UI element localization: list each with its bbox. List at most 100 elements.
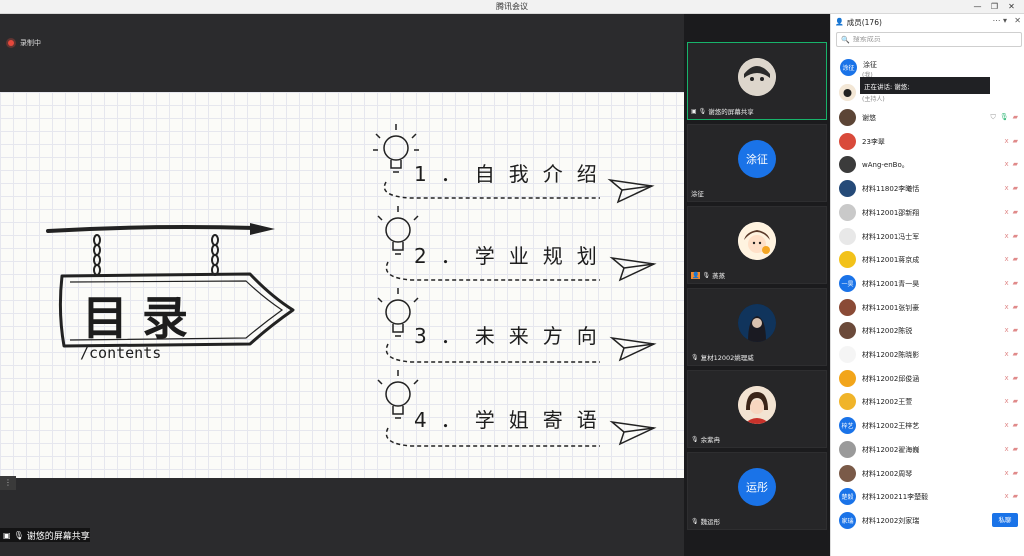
mic-muted-icon[interactable]: ⅹ xyxy=(1004,279,1008,287)
mic-muted-icon[interactable]: ⅹ xyxy=(1004,160,1008,168)
member-row[interactable]: 材料11802李曦恬 ⅹ ▰ xyxy=(830,177,1024,200)
more-icon[interactable]: ⋯ ▾ xyxy=(992,16,1007,25)
recording-indicator[interactable]: 录制中 xyxy=(8,38,41,48)
slide-sign-subtitle: /contents xyxy=(80,344,162,362)
mic-muted-icon[interactable]: ⅹ xyxy=(1004,421,1008,429)
search-input[interactable] xyxy=(852,36,1013,43)
member-row[interactable]: 材料12001张钊豪 ⅹ ▰ xyxy=(830,296,1024,319)
member-row[interactable]: 一昊 材料12001青一昊 ⅹ ▰ xyxy=(830,272,1024,295)
record-dot-icon xyxy=(8,40,14,46)
avatar xyxy=(839,369,856,387)
video-tile[interactable]: 🎙 余紫冉 xyxy=(687,370,827,448)
camera-off-icon[interactable]: ▰ xyxy=(1013,326,1018,334)
member-row[interactable]: 材料12001邵新翔 ⅹ ▰ xyxy=(830,201,1024,224)
member-row[interactable]: 材料12001蒋京成 ⅹ ▰ xyxy=(830,248,1024,271)
avatar: 家瑞 xyxy=(839,511,856,529)
member-row[interactable]: wAng-enBo。 ⅹ ▰ xyxy=(830,153,1024,176)
toc-item-2: 2．学业规划 xyxy=(414,244,611,268)
mic-icon: 🎙 xyxy=(691,435,699,443)
camera-off-icon[interactable]: ▰ xyxy=(1013,421,1018,429)
camera-off-icon[interactable]: ▰ xyxy=(1013,232,1018,240)
close-icon[interactable]: ✕ xyxy=(1003,0,1020,13)
toc-item-3: 3．未来方向 xyxy=(414,324,611,348)
video-tile[interactable]: ▣ 🎙 谢悠的屏幕共享 xyxy=(687,42,827,120)
panel-header: 👤 成员(176) ⋯ ▾ ✕ xyxy=(831,14,1024,30)
mic-muted-icon[interactable]: ⅹ xyxy=(1004,208,1008,216)
avatar xyxy=(839,322,856,340)
video-tile[interactable]: 👤 🎙 蒸蒸 xyxy=(687,206,827,284)
camera-off-icon[interactable]: ▰ xyxy=(1013,469,1018,477)
camera-off-icon[interactable]: ▰ xyxy=(1013,113,1018,122)
minimize-icon[interactable]: — xyxy=(969,0,986,13)
mic-muted-icon[interactable]: ⅹ xyxy=(1004,326,1008,334)
tile-name: 余紫冉 xyxy=(700,436,721,444)
member-row[interactable]: 家瑞 材料12002刘家瑞 私聊 xyxy=(830,509,1024,532)
member-name: 材料12001蒋京成 xyxy=(862,256,920,265)
camera-off-icon[interactable]: ▰ xyxy=(1013,160,1018,168)
member-search[interactable]: 🔍 xyxy=(836,32,1022,47)
video-tile[interactable]: 运彤 🎙 魏运彤 xyxy=(687,452,827,530)
panel-title: 成员(176) xyxy=(846,17,882,27)
mic-muted-icon[interactable]: ⅹ xyxy=(1004,445,1008,453)
avatar xyxy=(738,58,776,96)
mic-muted-icon[interactable]: ⅹ xyxy=(1004,350,1008,358)
member-name: 材料12002陈晓影 xyxy=(862,351,920,359)
member-row[interactable]: 材料12002周琴 ⅹ ▰ xyxy=(830,462,1024,485)
camera-off-icon[interactable]: ▰ xyxy=(1013,137,1018,145)
camera-off-icon[interactable]: ▰ xyxy=(1013,492,1018,500)
mic-muted-icon[interactable]: ⅹ xyxy=(1004,374,1008,382)
member-row[interactable]: 材料12002王萱 ⅹ ▰ xyxy=(830,390,1024,413)
member-name: 材料12002王梓艺 xyxy=(862,422,920,431)
member-row[interactable]: 楚毅 材料1200211李楚毅 ⅹ ▰ xyxy=(830,485,1024,508)
camera-off-icon[interactable]: ▰ xyxy=(1013,397,1018,405)
tile-name: 涂征 xyxy=(691,190,704,198)
mic-muted-icon[interactable]: ⅹ xyxy=(1004,255,1008,263)
member-status-icons: ⅹ ▰ xyxy=(1004,303,1018,311)
avatar xyxy=(839,393,856,411)
member-row-host[interactable]: 涂征 涂征 xyxy=(831,56,1024,79)
mic-muted-icon[interactable]: ⅹ xyxy=(1004,184,1008,192)
camera-off-icon[interactable]: ▰ xyxy=(1013,350,1018,358)
member-name: 材料12002王萱 xyxy=(862,398,913,407)
video-tile[interactable]: 涂征 涂征 xyxy=(687,124,827,202)
close-icon[interactable]: ✕ xyxy=(1014,16,1021,25)
member-row[interactable]: 23李翠 ⅹ ▰ xyxy=(830,130,1024,153)
video-tile[interactable]: 🎙 复材12002姚理威 xyxy=(687,288,827,366)
member-row[interactable]: 谢悠 ⛉ 🎙 ▰ xyxy=(830,106,1024,129)
collapse-handle-icon[interactable]: ⋮ xyxy=(0,476,16,490)
member-row[interactable]: 材料12002翟海巍 ⅹ ▰ xyxy=(830,438,1024,461)
member-row[interactable]: 材料12002邱俊涵 ⅹ ▰ xyxy=(830,367,1024,390)
avatar xyxy=(738,304,776,342)
mic-icon: 🎙 xyxy=(702,271,711,279)
camera-off-icon[interactable]: ▰ xyxy=(1013,303,1018,311)
mic-muted-icon[interactable]: ⅹ xyxy=(1004,137,1008,145)
member-row[interactable]: 材料12002陈晓影 ⅹ ▰ xyxy=(830,343,1024,366)
member-status-icons: ⅹ ▰ xyxy=(1004,350,1018,358)
member-row[interactable]: 材料12002陈锐 ⅹ ▰ xyxy=(830,319,1024,342)
window-title: 腾讯会议 xyxy=(496,2,528,11)
member-status-icons: ⅹ ▰ xyxy=(1004,160,1018,168)
member-name: 材料12002周琴 xyxy=(862,469,913,478)
member-status-icons: ⅹ ▰ xyxy=(1004,397,1018,405)
mic-muted-icon[interactable]: ⅹ xyxy=(1004,469,1008,477)
restore-icon[interactable]: ❐ xyxy=(986,0,1003,13)
screen-share-text: 谢悠的屏幕共享 xyxy=(26,531,90,542)
mic-muted-icon[interactable]: ⅹ xyxy=(1004,232,1008,240)
mic-muted-icon[interactable]: ⅹ xyxy=(1004,492,1008,500)
camera-off-icon[interactable]: ▰ xyxy=(1013,255,1018,263)
mic-muted-icon[interactable]: ⅹ xyxy=(1004,303,1008,311)
member-name: 材料12002翟海巍 xyxy=(862,445,920,454)
member-status-icons: ⅹ ▰ xyxy=(1004,469,1018,477)
camera-off-icon[interactable]: ▰ xyxy=(1013,184,1018,192)
private-chat-button[interactable]: 私聊 xyxy=(992,512,1018,527)
member-row[interactable]: 梓艺 材料12002王梓艺 ⅹ ▰ xyxy=(830,414,1024,437)
mic-muted-icon[interactable]: ⅹ xyxy=(1004,397,1008,405)
camera-off-icon[interactable]: ▰ xyxy=(1013,374,1018,382)
member-row[interactable]: 材料12001冯士军 ⅹ ▰ xyxy=(830,225,1024,248)
mic-on-icon[interactable]: 🎙 xyxy=(1000,113,1009,122)
avatar xyxy=(839,464,856,482)
avatar xyxy=(839,251,856,269)
camera-off-icon[interactable]: ▰ xyxy=(1013,445,1018,453)
camera-off-icon[interactable]: ▰ xyxy=(1013,208,1018,216)
camera-off-icon[interactable]: ▰ xyxy=(1013,279,1018,287)
